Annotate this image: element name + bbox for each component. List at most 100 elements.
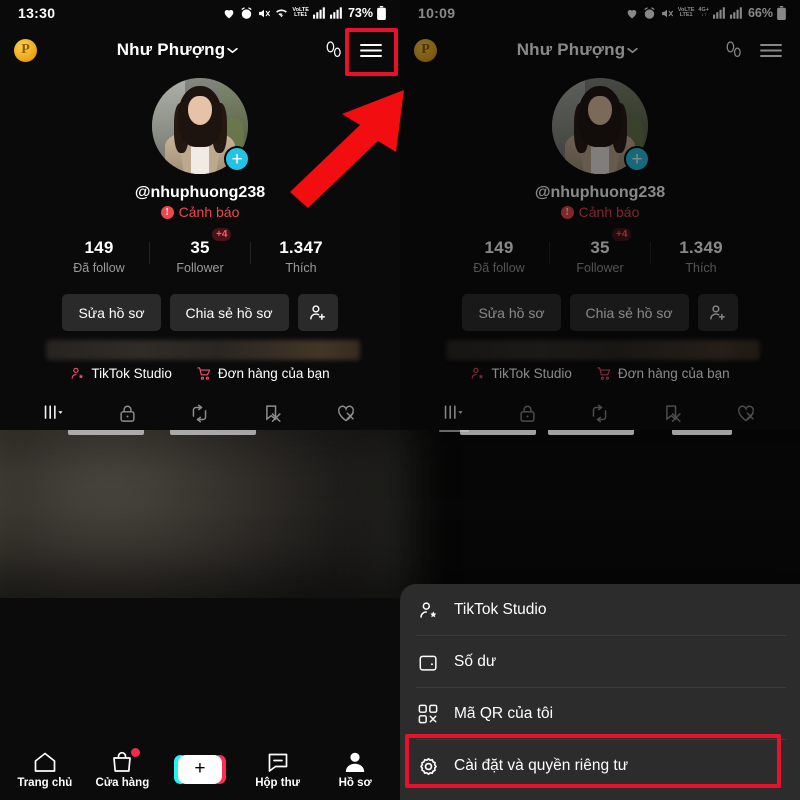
lte-text: LTE1 — [679, 12, 693, 18]
add-story-plus-icon[interactable]: + — [224, 146, 250, 172]
battery-percent-label: 73% — [347, 6, 373, 20]
menu-item-my-qr-code[interactable]: Mã QR của tôi — [400, 688, 800, 740]
wallet-icon — [416, 653, 440, 672]
tab-posts-grid[interactable] — [31, 398, 77, 432]
avatar-outer[interactable]: + — [552, 78, 650, 174]
person-star-icon — [416, 600, 440, 621]
coin-rewards-icon[interactable]: P — [414, 38, 437, 62]
nav-item-profile-label: Hồ sơ — [338, 777, 372, 789]
nav-item-shop[interactable]: Cửa hàng — [86, 748, 158, 789]
signal-bars-2-icon — [329, 7, 343, 20]
battery-percent-label: 66% — [747, 6, 773, 20]
battery-icon — [377, 6, 386, 20]
profile-name-dropdown[interactable]: Như Phượng — [437, 40, 718, 60]
status-bar: 13:30 VoLTE LTE1 73% — [0, 0, 400, 26]
tab-saved-off[interactable] — [650, 398, 696, 428]
volte-label-icon: VoLTE LTE1 — [292, 7, 309, 20]
lte-text: LTE1 — [294, 12, 308, 18]
shopping-cart-icon — [196, 366, 212, 381]
tab-saved-off[interactable] — [250, 398, 296, 428]
chevron-down-icon — [227, 47, 239, 53]
tab-reposts[interactable] — [577, 398, 623, 428]
page-title: Như Phượng — [516, 40, 626, 59]
alarm-icon — [643, 6, 656, 20]
top-bar: P Như Phượng — [400, 30, 800, 70]
shopping-cart-icon — [596, 366, 612, 381]
account-warning-label: Cảnh báo — [578, 204, 640, 220]
footprint-icon[interactable] — [718, 35, 748, 65]
status-icon-group: VoLTE LTE1 4G+ ↓↑ 66% — [625, 6, 786, 20]
quick-links: TikTok Studio Đơn hàng của bạn — [0, 366, 400, 381]
profile-name-dropdown[interactable]: Như Phượng — [37, 40, 318, 60]
heart-icon — [625, 7, 639, 20]
tab-private[interactable] — [504, 398, 550, 428]
promo-banner[interactable] — [446, 340, 760, 360]
signal-bars-1-icon — [712, 7, 726, 20]
add-person-button[interactable] — [697, 294, 738, 331]
stats-row: 149 Đã follow +4 35 Follower 1.347 Thích — [0, 228, 400, 275]
stat-following-value: 149 — [484, 238, 514, 257]
menu-item-balance[interactable]: Số dư — [400, 636, 800, 688]
nav-item-create[interactable]: + — [164, 754, 236, 784]
account-warning[interactable]: ! Cảnh báo — [400, 204, 800, 220]
create-plus-icon[interactable]: + — [173, 754, 226, 784]
menu-item-tiktok-studio[interactable]: TikTok Studio — [400, 584, 800, 636]
qr-code-icon — [416, 704, 440, 724]
add-person-button[interactable] — [297, 294, 338, 331]
signal-bars-2-icon — [729, 7, 743, 20]
stat-followers[interactable]: +4 35 Follower — [550, 228, 650, 275]
hamburger-menu-icon[interactable] — [756, 35, 786, 65]
page-title: Như Phượng — [116, 40, 226, 59]
stats-row: 149 Đã follow +4 35 Follower 1.349 Thích — [400, 228, 800, 275]
top-bar: P Như Phượng — [0, 30, 400, 70]
stat-followers[interactable]: +4 35 Follower — [150, 228, 250, 275]
stat-following-label: Đã follow — [473, 261, 525, 275]
tab-private[interactable] — [104, 398, 150, 428]
status-clock: 10:09 — [418, 5, 456, 21]
quicklink-your-orders[interactable]: Đơn hàng của bạn — [596, 366, 730, 381]
tab-posts-grid[interactable] — [431, 398, 477, 432]
thumbnail-top-edges — [0, 430, 800, 444]
quick-links: TikTok Studio Đơn hàng của bạn — [400, 366, 800, 381]
quicklink-tiktok-studio[interactable]: TikTok Studio — [470, 366, 572, 381]
signal-bars-1-icon — [312, 7, 326, 20]
avatar-outer[interactable]: + — [152, 78, 250, 174]
quicklink-your-orders[interactable]: Đơn hàng của bạn — [196, 366, 330, 381]
nav-item-inbox[interactable]: Hộp thư — [242, 749, 314, 789]
quicklink-tiktok-studio[interactable]: TikTok Studio — [70, 366, 172, 381]
coin-rewards-icon[interactable]: P — [14, 38, 37, 62]
home-icon — [33, 749, 57, 773]
tab-liked-off[interactable] — [323, 398, 369, 428]
blurred-video-grid — [0, 430, 800, 602]
menu-item-settings-privacy[interactable]: Cài đặt và quyền riêng tư — [400, 740, 800, 792]
nav-item-home[interactable]: Trang chủ — [9, 749, 81, 789]
share-profile-button[interactable]: Chia sẻ hồ sơ — [169, 294, 289, 331]
profile-person-icon — [344, 749, 366, 773]
menu-item-balance-label: Số dư — [454, 653, 497, 670]
stat-followers-value: 35 — [190, 238, 210, 257]
person-star-icon — [70, 366, 85, 381]
stat-likes-label: Thích — [285, 261, 317, 275]
stat-following[interactable]: 149 Đã follow — [49, 238, 149, 275]
promo-banner[interactable] — [46, 340, 360, 360]
shop-notification-dot — [131, 748, 141, 757]
tab-liked-off[interactable] — [723, 398, 769, 428]
quicklink-your-orders-label: Đơn hàng của bạn — [217, 366, 330, 381]
nav-item-profile[interactable]: Hồ sơ — [319, 749, 391, 789]
bottom-navigation-bar: Trang chủ Cửa hàng + Hộp thư Hồ sơ — [0, 738, 400, 800]
followers-new-badge: +4 — [612, 228, 632, 241]
stat-likes[interactable]: 1.349 Thích — [651, 238, 751, 275]
edit-profile-button[interactable]: Sửa hồ sơ — [62, 294, 161, 331]
edit-profile-button[interactable]: Sửa hồ sơ — [462, 294, 561, 331]
add-story-plus-icon[interactable]: + — [624, 146, 650, 172]
battery-icon — [777, 6, 786, 20]
hamburger-menu-icon[interactable] — [356, 35, 386, 65]
avatar-area: + — [400, 78, 800, 174]
stat-likes[interactable]: 1.347 Thích — [251, 238, 351, 275]
share-profile-button[interactable]: Chia sẻ hồ sơ — [569, 294, 689, 331]
stat-following[interactable]: 149 Đã follow — [449, 238, 549, 275]
footprint-icon[interactable] — [318, 35, 348, 65]
stat-likes-label: Thích — [685, 261, 717, 275]
tab-reposts[interactable] — [177, 398, 223, 428]
menu-item-my-qr-code-label: Mã QR của tôi — [454, 705, 554, 722]
